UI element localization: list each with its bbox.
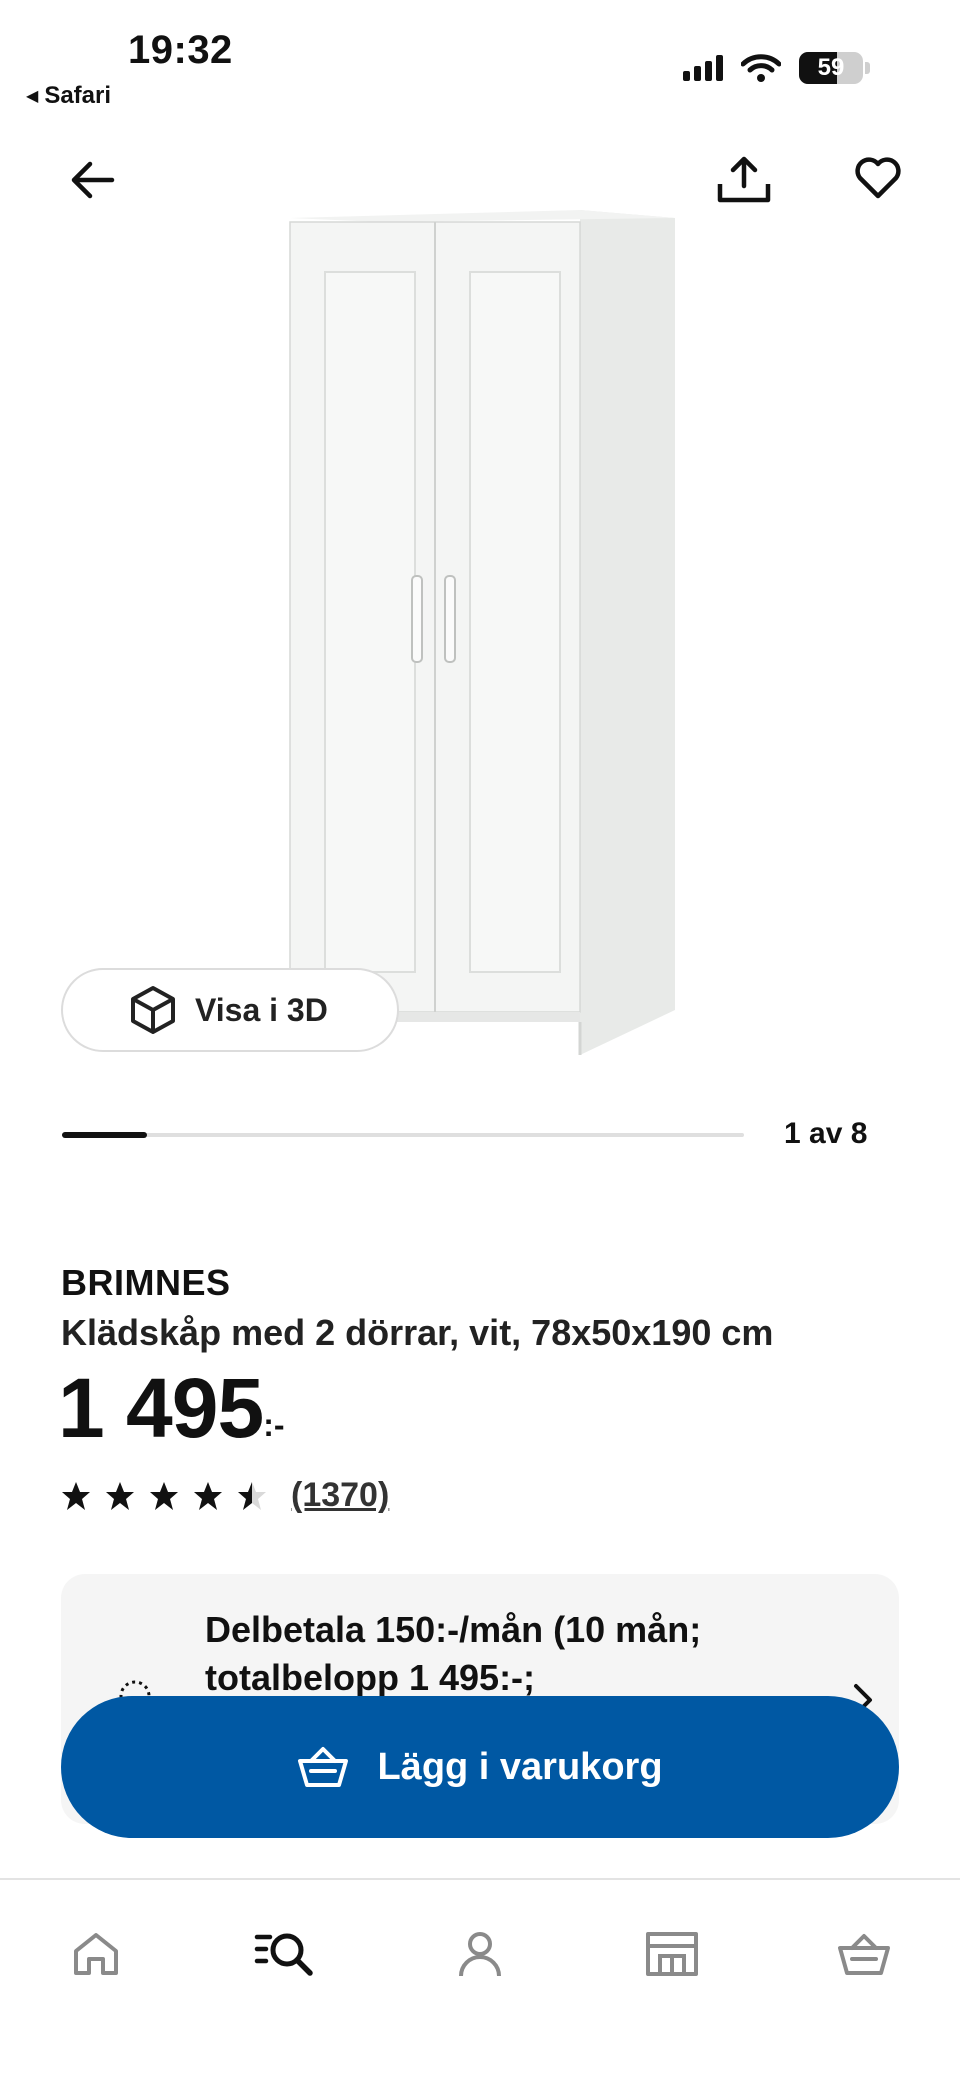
bottom-nav <box>0 1878 960 2079</box>
star-icon <box>238 1481 266 1510</box>
view-in-3d-button[interactable]: Visa i 3D <box>61 968 399 1052</box>
nav-search[interactable] <box>246 1914 326 1994</box>
cellular-signal-icon <box>683 55 723 81</box>
back-button[interactable] <box>60 148 124 212</box>
cube-icon <box>131 986 175 1034</box>
nav-home[interactable] <box>56 1914 136 1994</box>
product-description: Klädskåp med 2 dörrar, vit, 78x50x190 cm <box>61 1312 774 1353</box>
profile-icon <box>459 1932 501 1977</box>
view-in-3d-label: Visa i 3D <box>195 991 328 1028</box>
add-to-cart-button[interactable]: Lägg i varukorg <box>61 1696 899 1838</box>
star-icon <box>194 1481 222 1510</box>
review-count-link[interactable]: (1370) <box>291 1476 389 1515</box>
nav-profile[interactable] <box>440 1914 520 1994</box>
favorite-button[interactable] <box>846 146 910 210</box>
product-price: 1 495 :- <box>58 1366 285 1450</box>
battery-percent: 59 <box>817 54 845 81</box>
search-list-icon <box>254 1933 313 1976</box>
battery-cap <box>865 62 870 74</box>
share-button[interactable] <box>712 148 776 212</box>
price-amount: 1 495 <box>58 1361 264 1455</box>
installment-text: Delbetala 150:-/mån (10 mån; totalbelopp… <box>205 1609 702 1698</box>
share-icon <box>717 156 771 203</box>
back-to-safari-link[interactable]: ◀ Safari <box>26 82 111 110</box>
nav-store[interactable] <box>632 1914 712 1994</box>
price-suffix: :- <box>263 1407 285 1443</box>
wifi-icon <box>741 54 781 82</box>
product-rating[interactable]: (1370) <box>61 1476 389 1515</box>
add-to-cart-label: Lägg i varukorg <box>377 1745 663 1788</box>
star-icon <box>150 1481 178 1510</box>
star-icon <box>106 1481 134 1510</box>
nav-cart[interactable] <box>824 1914 904 1994</box>
store-icon <box>646 1932 698 1976</box>
back-app-label: Safari <box>44 82 112 109</box>
back-triangle-icon: ◀ <box>26 88 39 105</box>
product-brand: BRIMNES <box>61 1262 231 1303</box>
home-icon <box>74 1933 118 1975</box>
arrow-left-icon <box>71 161 115 199</box>
rating-stars <box>61 1481 267 1511</box>
image-counter: 1 av 8 <box>784 1117 868 1150</box>
status-icons: 59 <box>683 52 870 84</box>
product-image[interactable] <box>260 200 700 1060</box>
status-time: 19:32 <box>128 28 233 72</box>
basket-icon <box>298 1747 349 1787</box>
heart-icon <box>855 157 901 199</box>
battery-icon: 59 <box>799 52 863 84</box>
image-carousel-progress-fill <box>62 1132 148 1138</box>
star-icon <box>62 1481 90 1510</box>
basket-icon <box>838 1934 890 1975</box>
image-carousel-progress <box>62 1132 744 1138</box>
